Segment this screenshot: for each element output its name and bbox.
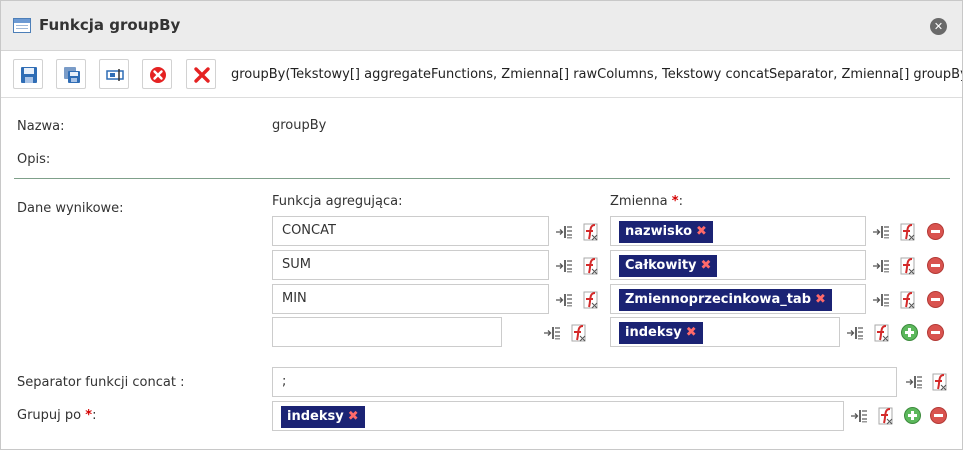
name-value: groupBy: [272, 118, 327, 133]
name-label: Nazwa:: [17, 119, 65, 134]
remove-row-icon[interactable]: [927, 257, 944, 274]
remove-row-icon[interactable]: [927, 223, 944, 240]
add-row-icon[interactable]: [904, 407, 921, 424]
save-icon: [21, 67, 37, 83]
remove-row-icon[interactable]: [927, 291, 944, 308]
save-button[interactable]: [13, 59, 43, 89]
function-signature: groupBy(Tekstowy[] aggregateFunctions, Z…: [231, 67, 962, 82]
description-label: Opis:: [17, 152, 51, 167]
function-editor-icon[interactable]: [570, 324, 588, 342]
tag-remove-icon[interactable]: ✖: [348, 409, 359, 424]
remove-row-icon[interactable]: [927, 324, 944, 341]
tag-remove-icon[interactable]: ✖: [696, 224, 707, 239]
function-editor-icon[interactable]: [899, 223, 917, 241]
section-divider: [14, 178, 950, 179]
function-editor-icon[interactable]: [873, 324, 891, 342]
groupby-dialog: Funkcja groupBy ✕ groupBy(Tekstowy[] agg…: [0, 0, 963, 450]
tag-remove-icon[interactable]: ✖: [686, 325, 697, 340]
toolbar: groupBy(Tekstowy[] aggregateFunctions, Z…: [1, 52, 962, 98]
function-editor-icon[interactable]: [582, 257, 600, 275]
variable-tag-input[interactable]: nazwisko ✖: [610, 216, 866, 246]
add-row-icon[interactable]: [901, 324, 918, 341]
save-as-icon: [64, 67, 80, 83]
separator-label: Separator funkcji concat :: [17, 375, 185, 390]
function-editor-icon[interactable]: [877, 407, 895, 425]
groupby-tag: indeksy ✖: [281, 406, 365, 428]
close-button[interactable]: ✕: [930, 18, 947, 35]
variable-tag-input[interactable]: Zmiennoprzecinkowa_tab ✖: [610, 284, 866, 314]
tag-remove-icon[interactable]: ✖: [815, 292, 826, 307]
rename-button[interactable]: [99, 59, 129, 89]
insert-variable-icon[interactable]: [905, 373, 923, 391]
groupby-tag-input[interactable]: indeksy ✖: [272, 401, 844, 431]
delete-icon: [150, 67, 166, 83]
variable-tag: Całkowity ✖: [619, 255, 718, 277]
variable-tag-input[interactable]: indeksy ✖: [610, 317, 840, 347]
agg-function-input[interactable]: [272, 317, 502, 347]
variable-tag: indeksy ✖: [619, 322, 703, 344]
agg-function-input[interactable]: MIN: [272, 284, 549, 314]
dialog-titlebar: Funkcja groupBy ✕: [1, 1, 962, 51]
variable-header: Zmienna *:: [610, 194, 683, 209]
required-mark: *: [671, 194, 679, 209]
dialog-title: Funkcja groupBy: [39, 16, 181, 34]
remove-row-icon[interactable]: [930, 407, 947, 424]
agg-function-header: Funkcja agregująca:: [272, 194, 403, 209]
separator-input[interactable]: ;: [272, 367, 897, 397]
cancel-icon: [194, 67, 210, 83]
insert-variable-icon[interactable]: [872, 291, 890, 309]
function-editor-icon[interactable]: [899, 257, 917, 275]
insert-variable-icon[interactable]: [555, 257, 573, 275]
save-as-button[interactable]: [56, 59, 86, 89]
variable-tag: nazwisko ✖: [619, 221, 713, 243]
variable-tag: Zmiennoprzecinkowa_tab ✖: [619, 289, 832, 311]
insert-variable-icon[interactable]: [850, 407, 868, 425]
table-icon: [13, 18, 31, 33]
agg-function-input[interactable]: SUM: [272, 250, 549, 280]
tag-remove-icon[interactable]: ✖: [701, 258, 712, 273]
delete-button[interactable]: [142, 59, 172, 89]
output-label: Dane wynikowe:: [17, 201, 124, 216]
insert-variable-icon[interactable]: [872, 257, 890, 275]
insert-variable-icon[interactable]: [555, 291, 573, 309]
agg-function-input[interactable]: CONCAT: [272, 216, 549, 246]
function-editor-icon[interactable]: [582, 291, 600, 309]
insert-variable-icon[interactable]: [555, 223, 573, 241]
insert-variable-icon[interactable]: [872, 223, 890, 241]
groupby-label: Grupuj po *:: [17, 408, 97, 423]
insert-variable-icon[interactable]: [846, 324, 864, 342]
function-editor-icon[interactable]: [899, 291, 917, 309]
insert-variable-icon[interactable]: [543, 324, 561, 342]
rename-icon: [106, 69, 124, 81]
cancel-button[interactable]: [186, 59, 216, 89]
function-editor-icon[interactable]: [931, 373, 949, 391]
function-editor-icon[interactable]: [582, 223, 600, 241]
variable-tag-input[interactable]: Całkowity ✖: [610, 250, 866, 280]
